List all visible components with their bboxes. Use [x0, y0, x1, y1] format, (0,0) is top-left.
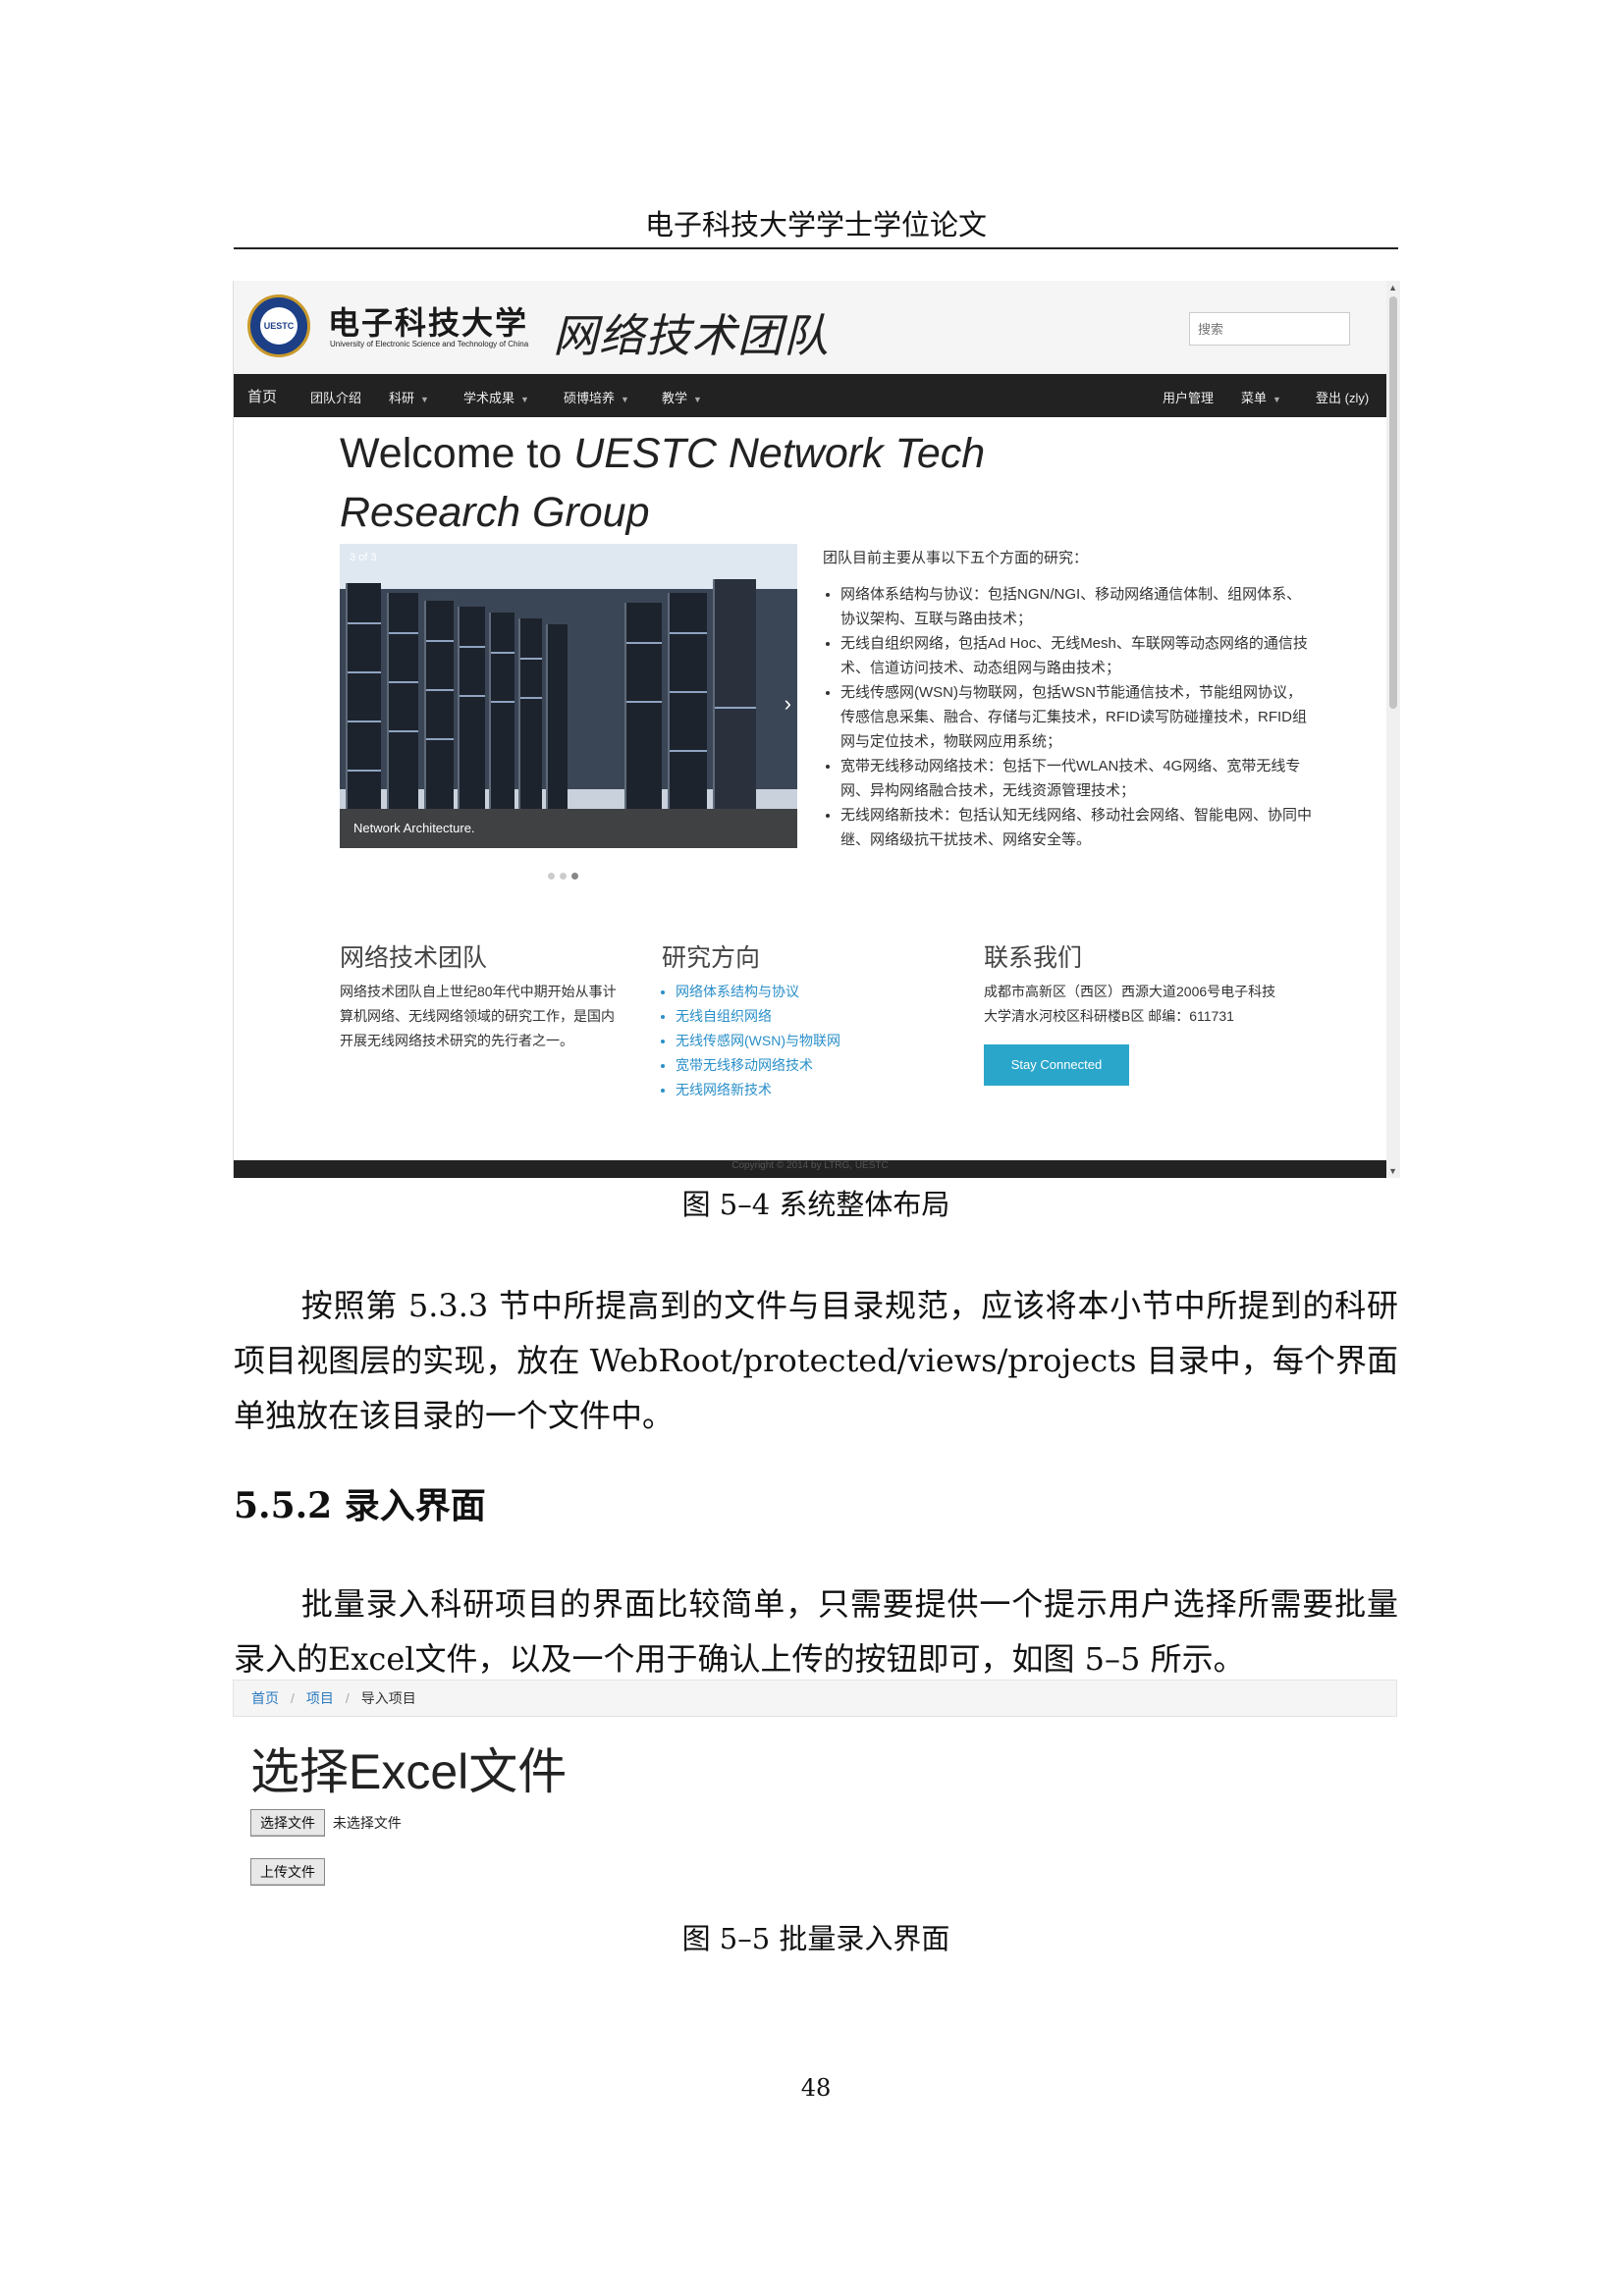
university-seal-icon: UESTC	[247, 294, 310, 357]
university-logo-en: University of Electronic Science and Tec…	[330, 340, 529, 348]
research-item: 网络体系结构与协议：包括NGN/NGI、移动网络通信体制、组网体系、协议架构、互…	[840, 582, 1314, 631]
caret-down-icon: ▼	[420, 395, 429, 404]
research-list: 网络体系结构与协议：包括NGN/NGI、移动网络通信体制、组网体系、协议架构、互…	[823, 582, 1314, 852]
nav-teaching-label: 教学	[662, 391, 688, 405]
scrollbar-thumb[interactable]	[1389, 296, 1397, 709]
contact-column-title: 联系我们	[984, 944, 1083, 972]
nav-training-label: 硕博培养	[564, 391, 616, 405]
nav-achievements-label: 学术成果	[463, 391, 515, 405]
upload-row: 上传文件	[250, 1858, 325, 1886]
nav-research[interactable]: 科研 ▼	[389, 388, 429, 406]
carousel-next-icon[interactable]: ›	[785, 691, 791, 717]
main-navbar: 首页 团队介绍 科研 ▼ 学术成果 ▼ 硕博培养 ▼ 教学 ▼ 用户管理 菜单 ▼ 登出 …	[234, 374, 1386, 417]
nav-achievements[interactable]: 学术成果 ▼	[463, 388, 529, 406]
server-rack	[346, 583, 381, 809]
choose-excel-title: 选择Excel文件	[250, 1744, 568, 1799]
site-title[interactable]: 网络技术团队	[553, 300, 830, 365]
scroll-down-icon[interactable]: ▼	[1388, 1166, 1397, 1176]
direction-links: 网络体系结构与协议 无线自组织网络 无线传感网(WSN)与物联网 宽带无线移动网…	[662, 980, 947, 1102]
direction-column: 研究方向 网络体系结构与协议 无线自组织网络 无线传感网(WSN)与物联网 宽带…	[662, 940, 947, 1102]
choose-file-button[interactable]: 选择文件	[250, 1809, 325, 1837]
carousel-dot[interactable]	[560, 873, 567, 880]
file-input-row: 选择文件 未选择文件	[250, 1809, 402, 1837]
breadcrumb-separator: /	[291, 1690, 295, 1706]
paragraph-import-ui: 批量录入科研项目的界面比较简单，只需要提供一个提示用户选择所需要批量录入的Exc…	[234, 1576, 1398, 1686]
caret-down-icon: ▼	[621, 395, 629, 404]
research-intro: 团队目前主要从事以下五个方面的研究：	[823, 550, 1089, 566]
nav-menu[interactable]: 菜单 ▼	[1241, 388, 1281, 406]
paragraph-import-ui-text: 批量录入科研项目的界面比较简单，只需要提供一个提示用户选择所需要批量录入的Exc…	[234, 1585, 1398, 1678]
nav-research-label: 科研	[389, 391, 415, 405]
direction-link[interactable]: 无线自组织网络	[676, 1004, 947, 1029]
welcome-plain: Welcome to	[340, 430, 574, 477]
server-rack	[458, 607, 485, 809]
page-number: 48	[800, 2074, 832, 2102]
upload-file-button[interactable]: 上传文件	[250, 1858, 325, 1886]
caret-down-icon: ▼	[693, 395, 702, 404]
system-layout-screenshot: UESTC 电子科技大学 University of Electronic Sc…	[233, 281, 1400, 1178]
nav-teaching[interactable]: 教学 ▼	[662, 388, 702, 406]
contact-address: 成都市高新区（西区）西源大道2006号电子科技大学清水河校区科研楼B区 邮编：6…	[984, 984, 1276, 1024]
research-item: 无线网络新技术：包括认知无线网络、移动社会网络、智能电网、协同中继、网络级抗干扰…	[840, 803, 1314, 852]
figure-5-4-caption: 图 5–4 系统整体布局	[681, 1188, 950, 1221]
server-rack	[624, 603, 662, 809]
running-header: 电子科技大学学士学位论文	[644, 208, 987, 241]
header-rule	[234, 247, 1398, 249]
carousel-indicators	[548, 867, 583, 884]
carousel-caption: Network Architecture.	[340, 809, 797, 848]
vertical-scrollbar[interactable]: ▲ ▼	[1386, 281, 1400, 1178]
server-rack	[546, 624, 568, 809]
research-item: 无线自组织网络，包括Ad Hoc、无线Mesh、车联网等动态网络的通信技术、信道…	[840, 631, 1314, 680]
server-rack	[387, 593, 418, 809]
direction-link[interactable]: 无线传感网(WSN)与物联网	[676, 1029, 947, 1053]
batch-import-screenshot: 首页 / 项目 / 导入项目 选择Excel文件 选择文件 未选择文件 上传文件	[233, 1680, 1399, 1915]
contact-column: 联系我们 成都市高新区（西区）西源大道2006号电子科技大学清水河校区科研楼B区…	[984, 940, 1278, 1086]
site-footer: Copyright © 2014 by LTRG, UESTC	[234, 1160, 1386, 1178]
server-rack	[518, 618, 542, 809]
nav-user-mgmt[interactable]: 用户管理	[1163, 388, 1214, 406]
team-column-text: 网络技术团队自上世纪80年代中期开始从事计算机网络、无线网络领域的研究工作，是国…	[340, 984, 617, 1048]
nav-menu-label: 菜单	[1241, 391, 1268, 405]
breadcrumb-current: 导入项目	[360, 1690, 416, 1706]
server-rack	[713, 579, 756, 809]
welcome-heading: Welcome to UESTC Network Tech Research G…	[340, 424, 988, 542]
research-overview: 团队目前主要从事以下五个方面的研究： 网络体系结构与协议：包括NGN/NGI、移…	[823, 546, 1314, 852]
paragraph-views-location-text: 按照第 5.3.3 节中所提高到的文件与目录规范，应该将本小节中所提到的科研项目…	[234, 1287, 1398, 1434]
breadcrumb-separator: /	[345, 1690, 350, 1706]
nav-training[interactable]: 硕博培养 ▼	[564, 388, 629, 406]
scroll-up-icon[interactable]: ▲	[1388, 283, 1397, 293]
breadcrumb-home[interactable]: 首页	[251, 1690, 279, 1706]
server-rack	[489, 613, 514, 809]
caret-down-icon: ▼	[520, 395, 529, 404]
direction-link[interactable]: 网络体系结构与协议	[676, 980, 947, 1004]
nav-logout[interactable]: 登出 (zly)	[1316, 388, 1369, 406]
figure-5-5-caption: 图 5–5 批量录入界面	[681, 1922, 950, 1955]
carousel-counter: 3 of 3	[350, 552, 377, 563]
direction-link[interactable]: 宽带无线移动网络技术	[676, 1053, 947, 1078]
search-input[interactable]	[1189, 312, 1350, 346]
team-column: 网络技术团队 网络技术团队自上世纪80年代中期开始从事计算机网络、无线网络领域的…	[340, 940, 624, 1053]
section-heading: 5.5.2 录入界面	[234, 1485, 486, 1526]
server-rack	[424, 601, 454, 809]
breadcrumb: 首页 / 项目 / 导入项目	[233, 1680, 1397, 1717]
no-file-chosen-text: 未选择文件	[332, 1815, 402, 1831]
nav-home[interactable]: 首页	[247, 386, 277, 406]
nav-team[interactable]: 团队介绍	[310, 388, 361, 406]
stay-connected-button[interactable]: Stay Connected	[984, 1044, 1129, 1086]
carousel-dot[interactable]	[548, 873, 555, 880]
university-logo-cn: 电子科技大学	[328, 304, 529, 342]
carousel-dot-active[interactable]	[571, 873, 578, 880]
direction-column-title: 研究方向	[662, 944, 761, 972]
seal-text: UESTC	[260, 307, 298, 345]
breadcrumb-projects[interactable]: 项目	[306, 1690, 334, 1706]
server-rack	[668, 593, 707, 809]
paragraph-views-location: 按照第 5.3.3 节中所提高到的文件与目录规范，应该将本小节中所提到的科研项目…	[234, 1278, 1398, 1443]
caret-down-icon: ▼	[1272, 395, 1281, 404]
direction-link[interactable]: 无线网络新技术	[676, 1078, 947, 1102]
research-item: 无线传感网(WSN)与物联网，包括WSN节能通信技术，节能组网协议，传感信息采集…	[840, 680, 1314, 754]
image-carousel[interactable]: 3 of 3 › Network Architecture.	[340, 544, 797, 848]
team-column-title: 网络技术团队	[340, 944, 488, 972]
research-item: 宽带无线移动网络技术：包括下一代WLAN技术、4G网络、宽带无线专网、异构网络融…	[840, 754, 1314, 803]
site-header: UESTC 电子科技大学 University of Electronic Sc…	[234, 281, 1386, 374]
